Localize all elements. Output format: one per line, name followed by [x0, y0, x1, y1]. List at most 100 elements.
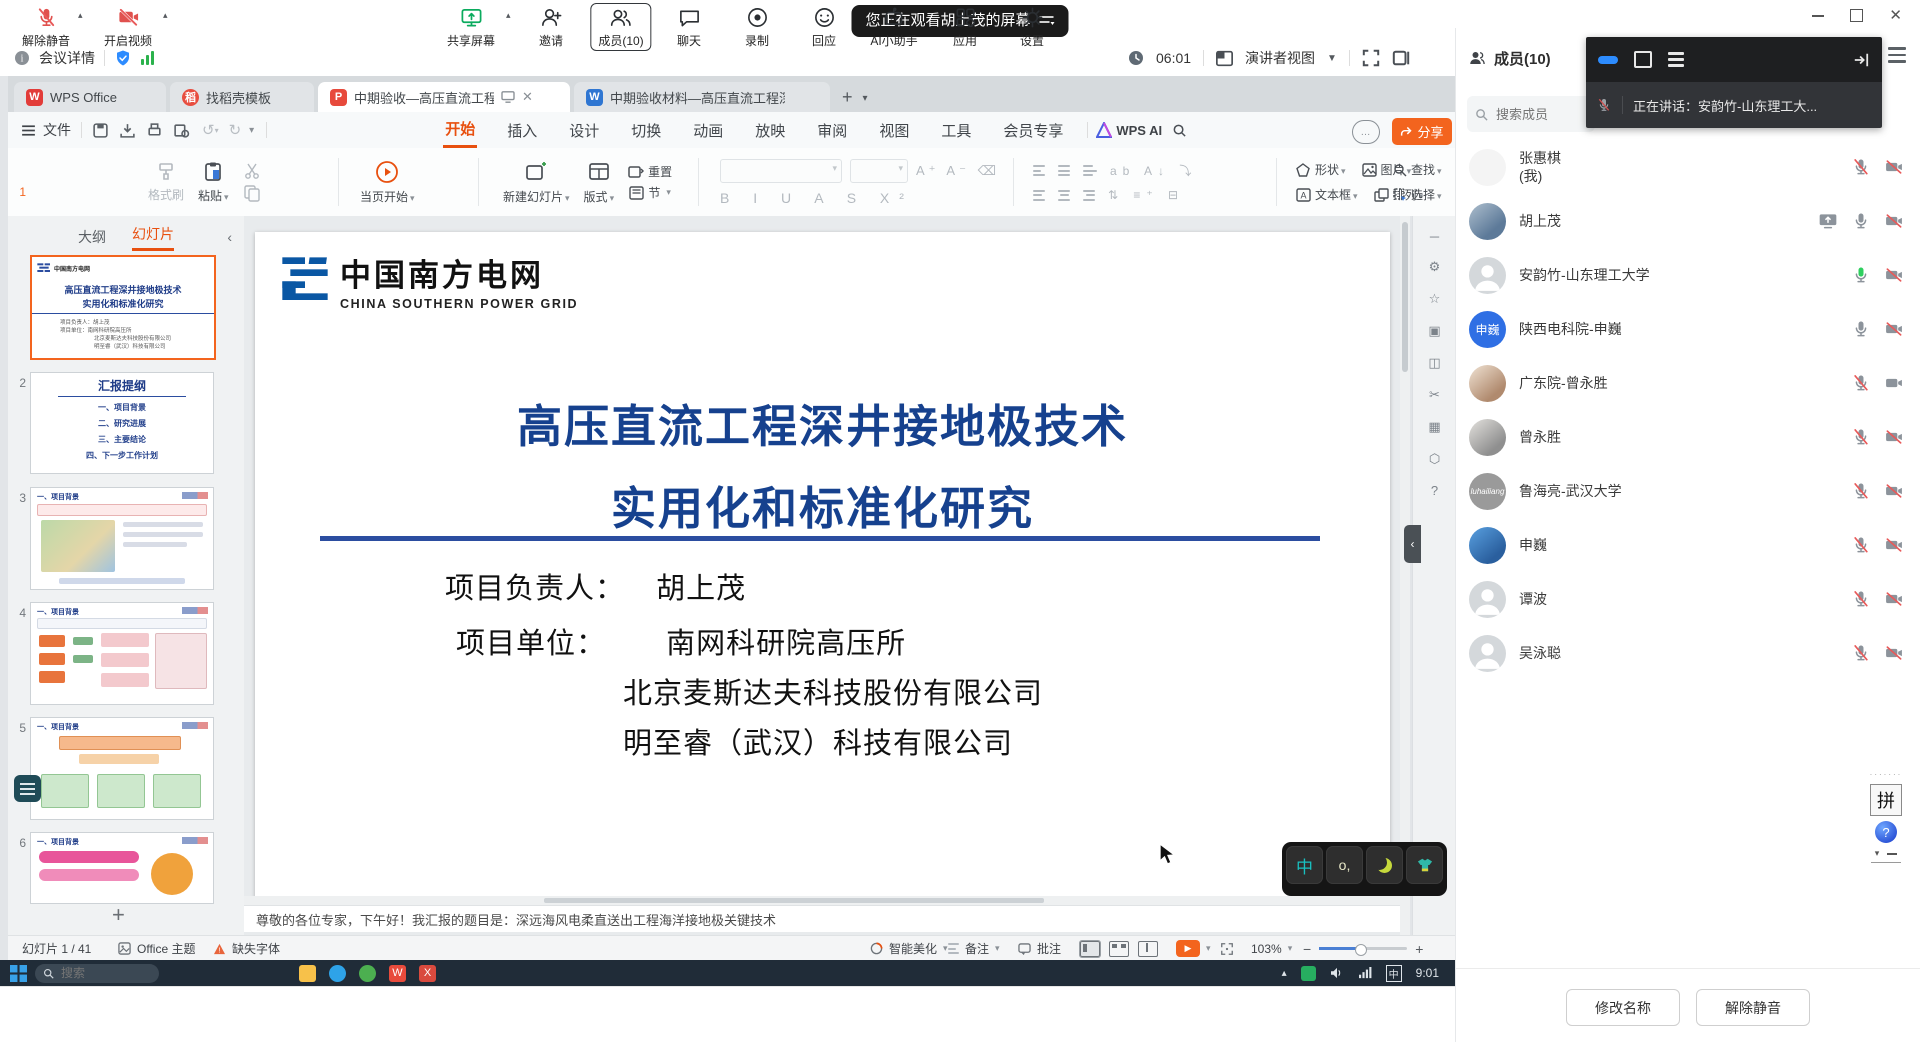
reset-section-buttons[interactable]: 重置 节: [628, 163, 672, 201]
play-current-page-button[interactable]: 当页开始: [360, 160, 415, 205]
collapse-right-panel-handle[interactable]: ‹: [1404, 525, 1421, 563]
zoom-out-icon[interactable]: −: [1303, 941, 1311, 957]
mic-muted-icon[interactable]: [1851, 535, 1871, 555]
ribbon-tab-tools[interactable]: 工具: [939, 114, 973, 147]
paste-button[interactable]: 粘贴: [198, 161, 229, 204]
ribbon-tab-design[interactable]: 设计: [567, 114, 601, 147]
print-preview-icon[interactable]: [173, 122, 190, 139]
horizontal-scrollbar[interactable]: [244, 896, 1400, 905]
search-icon[interactable]: [1172, 123, 1187, 138]
zoom-in-icon[interactable]: +: [1415, 941, 1423, 957]
format-painter-button[interactable]: 格式刷: [148, 162, 184, 203]
share-button[interactable]: 分享: [1392, 118, 1452, 145]
member-row[interactable]: 胡上茂: [1455, 194, 1920, 248]
undo-icon[interactable]: ↺: [202, 121, 215, 139]
wps-ai-label[interactable]: WPS AI: [1116, 123, 1162, 138]
save-icon[interactable]: [92, 122, 109, 139]
print-icon[interactable]: [146, 122, 163, 139]
camera-off-icon[interactable]: [1884, 535, 1904, 555]
strip-divider-icon[interactable]: ─: [1426, 228, 1443, 245]
taskbar-search[interactable]: [35, 964, 159, 983]
tray-clock[interactable]: 9:01: [1416, 966, 1439, 980]
normal-view-icon[interactable]: [1080, 941, 1100, 957]
slide-thumbnail-6[interactable]: 一、项目背景: [30, 832, 214, 904]
camera-on-icon[interactable]: [1884, 373, 1904, 393]
grid-view-icon[interactable]: [1109, 941, 1129, 957]
ribbon-tab-transition[interactable]: 切换: [629, 114, 663, 147]
zoom-level[interactable]: 103%▾: [1251, 936, 1292, 961]
add-slide-button[interactable]: +: [112, 902, 125, 928]
maximize-icon[interactable]: [1850, 9, 1863, 22]
rename-button[interactable]: 修改名称: [1566, 989, 1680, 1026]
new-tab-icon[interactable]: +: [842, 87, 853, 108]
zoom-slider[interactable]: − +: [1303, 936, 1423, 961]
view-mode-label[interactable]: 演讲者视图: [1245, 48, 1315, 68]
taskbar-app-browser[interactable]: [359, 965, 376, 982]
shapes-button[interactable]: 形状: [1296, 161, 1346, 178]
tray-volume-icon[interactable]: [1330, 967, 1344, 979]
strip-help-icon[interactable]: ?: [1426, 482, 1443, 499]
share-screen-button[interactable]: 共享屏幕: [447, 6, 495, 49]
font-style-buttons[interactable]: B I U A S X²: [720, 190, 914, 206]
pop-out-panel-icon[interactable]: [1392, 49, 1410, 67]
start-video-button[interactable]: 开启视频: [104, 6, 152, 49]
slide-thumbnail-2[interactable]: 汇报提纲 一、项目背景 二、研究进展 三、主要结论 四、下一步工作计划: [30, 372, 214, 474]
share-options-caret-icon[interactable]: ▴: [506, 10, 511, 21]
mic-muted-icon[interactable]: [1851, 427, 1871, 447]
ime-pinyin-key[interactable]: 拼: [1870, 784, 1902, 816]
tab-wps-home[interactable]: W WPS Office: [14, 82, 166, 112]
ime-language-bar[interactable]: ······· 拼 ? ▾: [1858, 770, 1914, 863]
taskbar-app-edge[interactable]: [329, 965, 346, 982]
tab-docer[interactable]: 稻 找稻壳模板: [170, 82, 314, 112]
member-row[interactable]: 申巍 陕西电科院-申巍: [1455, 302, 1920, 356]
taskbar-app-wps[interactable]: W: [389, 965, 406, 982]
member-row[interactable]: 安韵竹-山东理工大学: [1455, 248, 1920, 302]
tray-green-badge-icon[interactable]: [1301, 966, 1316, 981]
taskbar-search-input[interactable]: [59, 965, 123, 981]
camera-off-icon[interactable]: [1884, 643, 1904, 663]
mic-speaking-icon[interactable]: [1851, 265, 1871, 285]
ime-skin-key[interactable]: [1406, 846, 1443, 884]
ribbon-tab-animation[interactable]: 动画: [691, 114, 725, 147]
close-icon[interactable]: ✕: [1889, 8, 1902, 23]
tray-ime-indicator[interactable]: 中: [1386, 965, 1402, 982]
tab-slides[interactable]: 幻灯片: [132, 224, 174, 251]
shield-icon[interactable]: [114, 49, 132, 67]
camera-off-icon[interactable]: [1884, 265, 1904, 285]
settings-button[interactable]: 设置: [1020, 6, 1044, 49]
new-slide-button[interactable]: 新建幻灯片: [503, 160, 570, 205]
fullscreen-icon[interactable]: [1362, 49, 1380, 67]
ribbon-tab-insert[interactable]: 插入: [505, 114, 539, 147]
ribbon-tab-member[interactable]: 会员专享: [1001, 114, 1065, 147]
meeting-details-label[interactable]: 会议详情: [39, 48, 95, 68]
tab-outline[interactable]: 大纲: [78, 227, 106, 247]
mic-on-icon[interactable]: [1851, 319, 1871, 339]
tray-network-icon[interactable]: [1358, 967, 1372, 979]
tab-presentation-active[interactable]: P 中期验收—高压直流工程深井接 ✕: [318, 82, 570, 112]
member-row[interactable]: 曾永胜: [1455, 410, 1920, 464]
slideshow-play-button[interactable]: ▶▾: [1176, 936, 1211, 961]
mic-muted-icon[interactable]: [1851, 589, 1871, 609]
member-search[interactable]: [1467, 96, 1595, 132]
ime-drag-dots[interactable]: ·······: [1870, 770, 1903, 779]
slide-title-line2[interactable]: 实用化和标准化研究: [255, 472, 1390, 537]
find-button[interactable]: 查找: [1393, 161, 1442, 178]
video-list-view-icon[interactable]: [1668, 52, 1684, 67]
slide-thumbnail-1[interactable]: 中国南方电网 高压直流工程深井接地极技术 实用化和标准化研究 项目负责人：胡上茂…: [30, 255, 216, 360]
tab-document[interactable]: W 中期验收材料—高压直流工程深井接地: [574, 82, 830, 112]
toolbar-caret-icon[interactable]: ▾: [249, 125, 254, 136]
strip-panel-icon[interactable]: ▣: [1426, 322, 1443, 339]
member-row[interactable]: 广东院-曾永胜: [1455, 356, 1920, 410]
record-button[interactable]: 录制: [745, 6, 769, 49]
notes-toggle[interactable]: 备注▾: [948, 936, 1000, 961]
slide-thumbnail-3[interactable]: 一、项目背景: [30, 487, 214, 590]
member-row[interactable]: 申巍: [1455, 518, 1920, 572]
font-selectors[interactable]: A⁺ A⁻ ⌫: [720, 159, 1000, 183]
missing-font-warning[interactable]: ! 缺失字体: [213, 936, 280, 961]
ai-assistant-button[interactable]: AI小助手: [870, 6, 917, 49]
camera-off-icon[interactable]: [1884, 211, 1904, 231]
camera-off-icon[interactable]: [1884, 589, 1904, 609]
strip-cut-icon[interactable]: ✂: [1426, 386, 1443, 403]
mic-muted-icon[interactable]: [1851, 643, 1871, 663]
ime-help-icon[interactable]: ?: [1875, 821, 1897, 843]
